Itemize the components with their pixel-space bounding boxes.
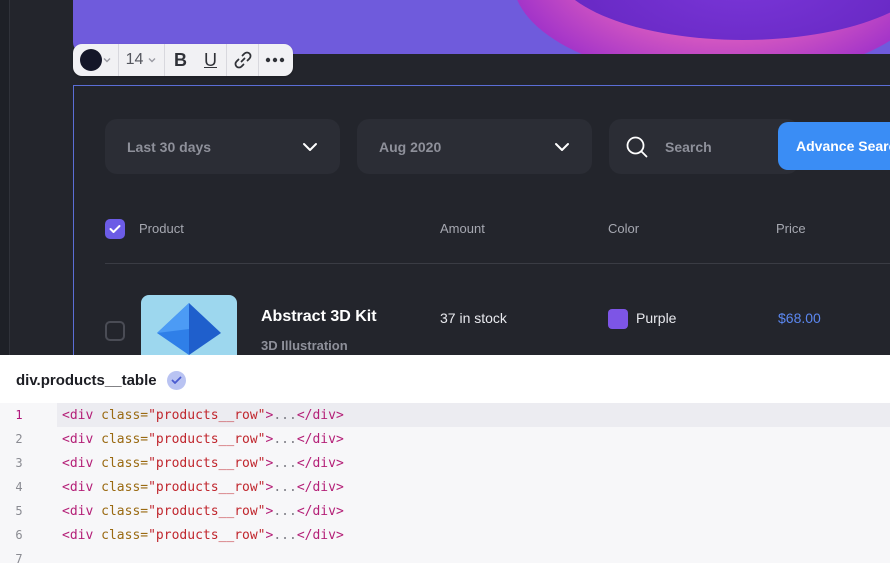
- search-input[interactable]: Search: [609, 119, 799, 174]
- check-badge-icon: [166, 371, 186, 390]
- product-price: $68.00: [778, 310, 821, 326]
- inspector-title: div.products__table: [16, 371, 186, 390]
- text-format-toolbar: 14 B U: [73, 44, 293, 76]
- code-token: ...: [273, 431, 297, 447]
- column-header-product[interactable]: Product: [139, 221, 184, 236]
- element-selector[interactable]: div.products__table: [16, 372, 157, 389]
- code-token: "products__row": [148, 455, 266, 471]
- code-token: class=: [93, 455, 149, 471]
- line-number: 6: [15, 528, 23, 542]
- code-token: <div: [62, 455, 94, 471]
- search-placeholder: Search: [665, 138, 712, 155]
- code-line[interactable]: 5 <div class="products__row">...</div>: [0, 499, 890, 523]
- code-source: <div class="products__row">...</div>: [62, 528, 344, 543]
- code-token: ...: [273, 503, 297, 519]
- code-token: "products__row": [148, 431, 266, 447]
- line-number: 1: [15, 408, 23, 422]
- month-value: Aug 2020: [379, 138, 442, 155]
- font-size-value: 14: [125, 51, 144, 68]
- code-source: <div class="products__row">...</div>: [62, 408, 344, 423]
- code-source: <div class="products__row">...</div>: [62, 432, 344, 447]
- code-line[interactable]: 6 <div class="products__row">...</div>: [0, 523, 890, 547]
- font-size-select[interactable]: 14: [119, 44, 165, 76]
- product-name[interactable]: Abstract 3D Kit: [261, 308, 377, 326]
- code-token: </div>: [296, 455, 344, 471]
- more-options-button[interactable]: [259, 44, 291, 76]
- color-swatch: [79, 49, 102, 71]
- code-token: <div: [62, 503, 94, 519]
- more-horizontal-icon: [265, 57, 285, 63]
- code-token: "products__row": [148, 407, 266, 423]
- code-token: class=: [93, 503, 149, 519]
- color-swatch: [608, 309, 628, 329]
- code-token: ...: [273, 455, 297, 471]
- code-line[interactable]: 4 <div class="products__row">...</div>: [0, 475, 890, 499]
- code-token: </div>: [296, 503, 344, 519]
- code-token: "products__row": [148, 503, 266, 519]
- bold-button[interactable]: B: [166, 44, 196, 76]
- code-token: </div>: [296, 527, 344, 543]
- code-token: class=: [93, 527, 149, 543]
- code-token: class=: [93, 479, 149, 495]
- link-button[interactable]: [227, 44, 259, 76]
- code-token: "products__row": [148, 527, 266, 543]
- product-category: 3D Illustration: [261, 338, 348, 353]
- header-divider: [105, 263, 890, 264]
- column-header-amount[interactable]: Amount: [440, 221, 485, 236]
- line-number: 5: [15, 504, 23, 518]
- code-token: class=: [93, 431, 149, 447]
- date-range-dropdown[interactable]: Last 30 days: [105, 119, 340, 174]
- code-line[interactable]: 2 <div class="products__row">...</div>: [0, 427, 890, 451]
- code-source: <div class="products__row">...</div>: [62, 456, 344, 471]
- code-token: </div>: [296, 407, 344, 423]
- line-number: 2: [15, 432, 23, 446]
- column-header-price[interactable]: Price: [776, 221, 806, 236]
- code-token: ...: [273, 527, 297, 543]
- code-line[interactable]: 7: [0, 547, 890, 563]
- code-token: <div: [62, 431, 94, 447]
- code-token: "products__row": [148, 479, 266, 495]
- link-icon: [234, 51, 251, 69]
- code-line[interactable]: 3 <div class="products__row">...</div>: [0, 451, 890, 475]
- row-checkbox[interactable]: [105, 321, 125, 341]
- code-token: <div: [62, 527, 94, 543]
- code-source: <div class="products__row">...</div>: [62, 480, 344, 495]
- code-token: <div: [62, 407, 94, 423]
- text-style-group: B U: [165, 44, 227, 76]
- line-number: 7: [15, 552, 23, 563]
- code-token: </div>: [296, 479, 344, 495]
- advance-search-button[interactable]: Advance Search: [778, 122, 890, 170]
- select-all-checkbox[interactable]: [105, 219, 125, 239]
- color-picker[interactable]: [73, 44, 119, 76]
- month-dropdown[interactable]: Aug 2020: [357, 119, 592, 174]
- date-range-value: Last 30 days: [127, 138, 212, 155]
- pyramid-image: [157, 303, 221, 355]
- chevron-down-icon: [555, 142, 569, 151]
- code-token: </div>: [296, 431, 344, 447]
- column-header-color[interactable]: Color: [608, 221, 639, 236]
- line-number: 3: [15, 456, 23, 470]
- line-number: 4: [15, 480, 23, 494]
- product-color: Purple: [636, 310, 677, 326]
- code-editor[interactable]: 1 <div class="products__row">...</div> 2 <d…: [0, 403, 890, 563]
- product-amount: 37 in stock: [440, 310, 507, 326]
- product-thumbnail[interactable]: [141, 295, 237, 355]
- chevron-down-icon: [303, 142, 317, 151]
- search-icon: [626, 136, 648, 157]
- code-token: ...: [273, 479, 297, 495]
- underline-button[interactable]: U: [196, 44, 226, 76]
- code-token: ...: [273, 407, 297, 423]
- code-line[interactable]: 1 <div class="products__row">...</div>: [0, 403, 890, 427]
- code-source: <div class="products__row">...</div>: [62, 504, 344, 519]
- left-rail: [0, 0, 10, 355]
- code-token: class=: [93, 407, 149, 423]
- code-inspector-panel: div.products__table 1 <div class="product…: [0, 355, 890, 563]
- checkmark-icon: [109, 225, 121, 233]
- chevron-down-icon: [148, 58, 156, 63]
- code-token: <div: [62, 479, 94, 495]
- chevron-down-icon: [103, 58, 110, 63]
